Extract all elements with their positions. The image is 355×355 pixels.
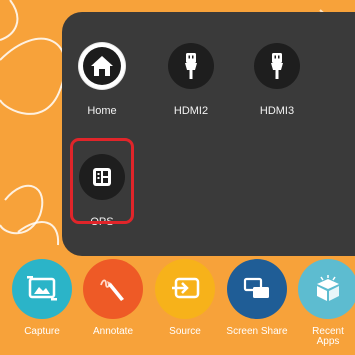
source-item-label: HDMI2 bbox=[173, 105, 209, 117]
bottom-dock: Capture Annotate Source Screen Share Rec… bbox=[0, 255, 355, 355]
home-icon-circle bbox=[79, 43, 125, 89]
dock-screen-share-button[interactable]: Screen Share bbox=[222, 255, 292, 350]
dock-capture-button[interactable]: Capture bbox=[7, 255, 77, 350]
capture-icon bbox=[12, 259, 72, 319]
dock-item-label: Annotate bbox=[92, 326, 134, 337]
dock-source-button[interactable]: Source bbox=[150, 255, 220, 350]
dock-item-label: Source bbox=[169, 326, 201, 337]
annotate-icon bbox=[83, 259, 143, 319]
source-item-label: Home bbox=[87, 105, 117, 117]
hdmi-icon bbox=[254, 43, 300, 89]
dock-item-label: Recent Apps bbox=[312, 326, 344, 347]
dock-item-label: Screen Share bbox=[226, 326, 288, 337]
recent-apps-icon bbox=[298, 259, 355, 319]
dock-item-label: Capture bbox=[24, 326, 60, 337]
screen-share-icon bbox=[227, 259, 287, 319]
source-item-label: HDMI3 bbox=[259, 105, 295, 117]
source-item-hdmi2[interactable]: HDMI2 bbox=[151, 37, 231, 123]
selected-item-highlight bbox=[70, 138, 134, 224]
dock-annotate-button[interactable]: Annotate bbox=[78, 255, 148, 350]
source-item-hdmi3[interactable]: HDMI3 bbox=[237, 37, 317, 123]
source-icon bbox=[155, 259, 215, 319]
dock-recent-apps-button[interactable]: Recent Apps bbox=[293, 255, 355, 350]
source-item-home[interactable]: Home bbox=[62, 37, 142, 123]
hdmi-icon bbox=[168, 43, 214, 89]
home-icon bbox=[83, 47, 121, 85]
